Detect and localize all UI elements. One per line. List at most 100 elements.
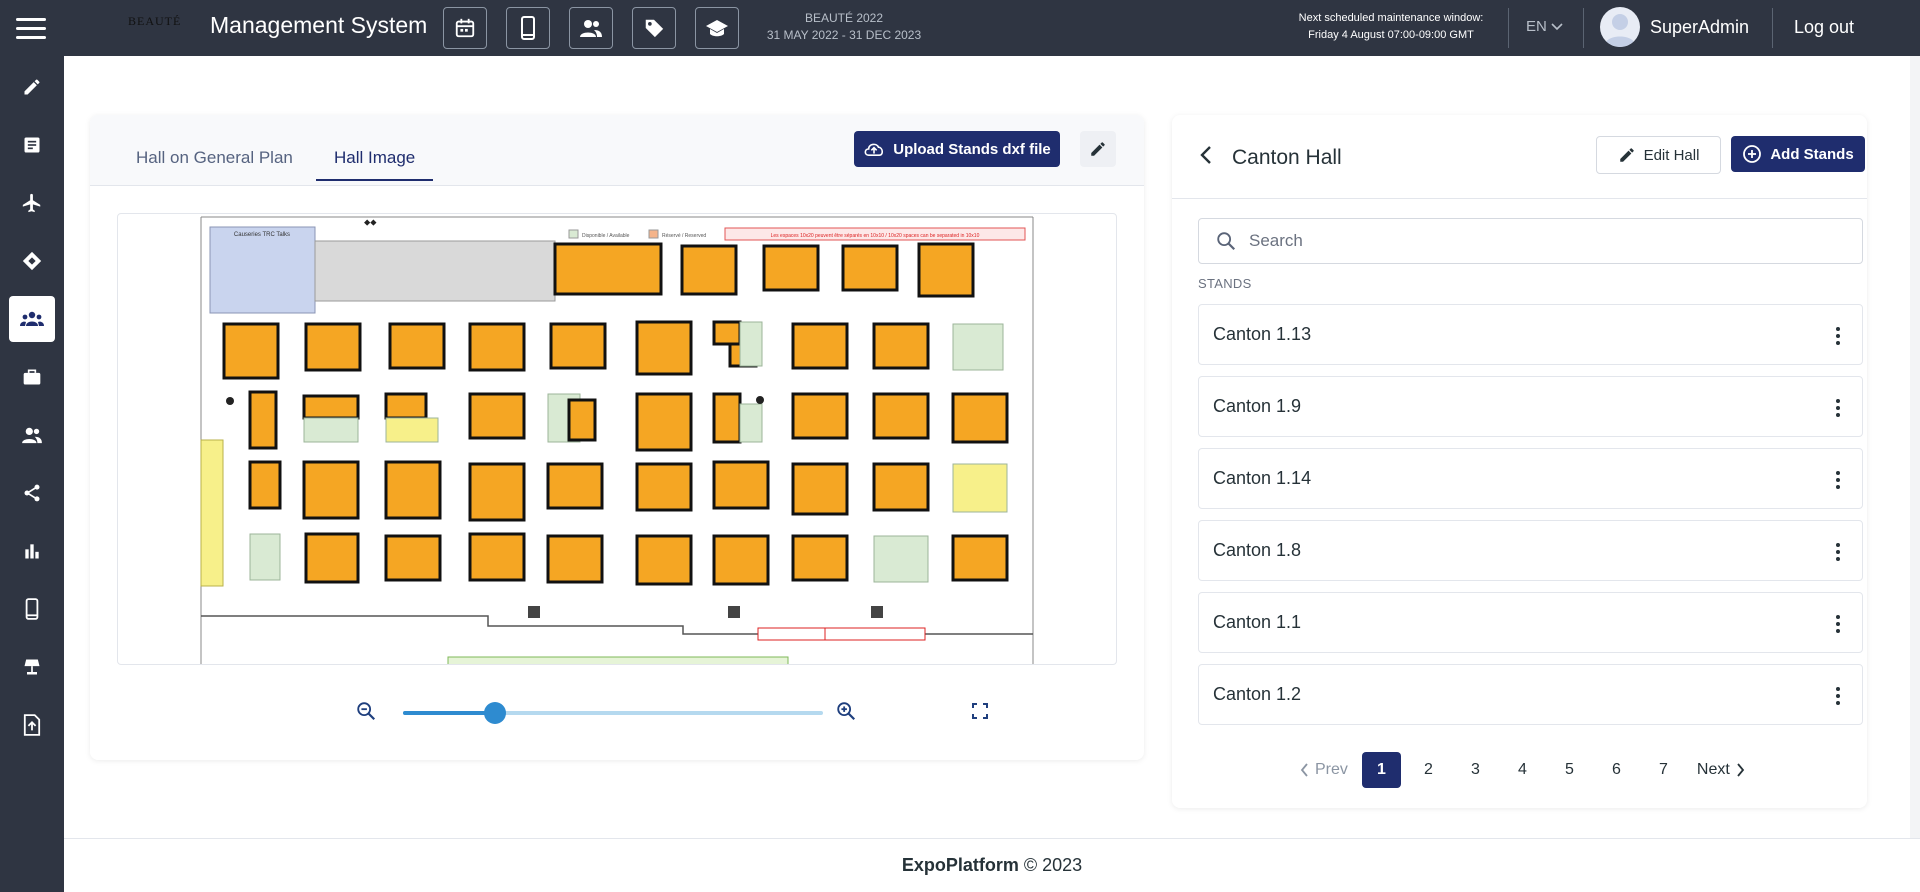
fullscreen-icon[interactable] bbox=[972, 703, 988, 719]
sidebar-item-analytics[interactable] bbox=[9, 528, 55, 574]
floorplan-stand bbox=[388, 322, 446, 370]
floorplan-stand bbox=[302, 394, 360, 420]
more-options-icon[interactable] bbox=[1836, 327, 1840, 345]
briefcase-icon bbox=[23, 369, 41, 385]
floorplan-stand bbox=[791, 322, 849, 370]
page-button[interactable]: 6 bbox=[1597, 752, 1636, 788]
more-options-icon[interactable] bbox=[1836, 399, 1840, 417]
pencil-icon bbox=[24, 79, 40, 95]
zoom-in-icon[interactable] bbox=[835, 700, 857, 722]
pagination: Prev 1 2 3 4 5 6 7 Next bbox=[1300, 752, 1745, 788]
add-stands-button[interactable]: Add Stands bbox=[1731, 136, 1865, 172]
upload-stands-button[interactable]: Upload Stands dxf file bbox=[854, 131, 1060, 167]
page-button[interactable]: 7 bbox=[1644, 752, 1683, 788]
zoom-out-icon[interactable] bbox=[355, 700, 377, 722]
sidebar-item-edit[interactable] bbox=[9, 64, 55, 110]
sidebar-item-people[interactable] bbox=[9, 412, 55, 458]
sidebar-item-list[interactable] bbox=[9, 122, 55, 168]
tag-icon[interactable] bbox=[632, 7, 676, 49]
floorplan-stand bbox=[712, 392, 742, 444]
more-options-icon[interactable] bbox=[1836, 471, 1840, 489]
search-input[interactable]: Search bbox=[1198, 218, 1863, 264]
edit-hall-button[interactable]: Edit Hall bbox=[1596, 136, 1721, 174]
event-name: BEAUTÉ 2022 bbox=[804, 11, 884, 25]
ticket-icon bbox=[22, 251, 42, 271]
list-item[interactable]: Canton 1.14 bbox=[1198, 448, 1863, 509]
floorplan-stand bbox=[222, 322, 280, 380]
sidebar-item-travel[interactable] bbox=[9, 180, 55, 226]
upload-file-icon bbox=[23, 714, 41, 736]
sidebar-item-venue[interactable] bbox=[9, 644, 55, 690]
tab-hall-image[interactable]: Hall Image bbox=[316, 148, 434, 181]
floorplan-stand bbox=[791, 534, 849, 582]
stand-name: Canton 1.2 bbox=[1213, 684, 1302, 704]
zoom-slider-track[interactable] bbox=[403, 702, 823, 724]
sidebar-item-business[interactable] bbox=[9, 354, 55, 400]
tab-hall-on-general-plan[interactable]: Hall on General Plan bbox=[136, 148, 293, 179]
sidebar-item-share[interactable] bbox=[9, 470, 55, 516]
avatar[interactable] bbox=[1600, 7, 1640, 47]
prev-page-button[interactable]: Prev bbox=[1300, 761, 1348, 779]
mobile-icon[interactable] bbox=[506, 7, 550, 49]
floorplan-stand bbox=[248, 460, 282, 510]
scrollbar[interactable] bbox=[1910, 56, 1920, 838]
list-item[interactable]: Canton 1.13 bbox=[1198, 304, 1863, 365]
more-options-icon[interactable] bbox=[1836, 543, 1840, 561]
back-arrow-icon[interactable] bbox=[1198, 145, 1214, 165]
language-selector[interactable]: EN bbox=[1526, 18, 1563, 35]
edit-image-button[interactable] bbox=[1080, 131, 1116, 167]
sidebar-item-tickets[interactable] bbox=[9, 238, 55, 284]
people-icon[interactable] bbox=[569, 7, 613, 49]
floorplan-stand bbox=[917, 242, 975, 298]
floorplan-stand bbox=[951, 534, 1009, 582]
logout-link[interactable]: Log out bbox=[1794, 17, 1854, 38]
stand-name: Canton 1.13 bbox=[1213, 324, 1312, 344]
graduation-cap-icon[interactable] bbox=[695, 7, 739, 49]
sidebar-item-mobile[interactable] bbox=[9, 586, 55, 632]
groups-icon bbox=[20, 311, 44, 326]
hall-image-card: Hall on General Plan Hall Image Upload S… bbox=[90, 115, 1144, 760]
maintenance-notice: Next scheduled maintenance window: Frida… bbox=[1296, 10, 1486, 44]
floorplan-stand bbox=[248, 390, 278, 450]
event-info[interactable]: BEAUTÉ 2022 31 MAY 2022 - 31 DEC 2023 bbox=[766, 10, 922, 44]
list-icon bbox=[24, 137, 40, 153]
mobile-icon bbox=[25, 598, 39, 620]
list-item[interactable]: Canton 1.1 bbox=[1198, 592, 1863, 653]
floorplan-stand bbox=[468, 322, 526, 372]
next-label: Next bbox=[1696, 761, 1730, 778]
people-icon bbox=[22, 427, 42, 444]
pencil-icon bbox=[1619, 148, 1634, 162]
sidebar-item-exhibitors[interactable] bbox=[9, 296, 55, 342]
list-item[interactable]: Canton 1.2 bbox=[1198, 664, 1863, 725]
floorplan-stand bbox=[468, 392, 526, 440]
more-options-icon[interactable] bbox=[1836, 615, 1840, 633]
footer-copyright: © 2023 bbox=[1023, 855, 1083, 875]
hall-floorplan-image[interactable]: Causeries TRC Talks ⬥⬥ Disponible / Avai… bbox=[117, 213, 1117, 665]
next-page-button[interactable]: Next bbox=[1697, 761, 1745, 779]
floorplan-stand bbox=[249, 533, 281, 581]
divider bbox=[1583, 8, 1584, 48]
page-button[interactable]: 4 bbox=[1503, 752, 1542, 788]
logo: BEAUTÉ bbox=[128, 14, 182, 28]
list-item[interactable]: Canton 1.9 bbox=[1198, 376, 1863, 437]
floorplan-stand bbox=[635, 320, 693, 376]
floorplan-stand bbox=[468, 462, 526, 522]
zoom-slider-fill bbox=[403, 711, 496, 715]
more-options-icon[interactable] bbox=[1836, 687, 1840, 705]
search-placeholder: Search bbox=[1249, 231, 1303, 250]
floorplan-stand bbox=[951, 392, 1009, 444]
zoom-slider-thumb[interactable] bbox=[484, 702, 507, 724]
page-button[interactable]: 5 bbox=[1550, 752, 1589, 788]
floorplan-stand bbox=[302, 460, 360, 520]
calendar-icon[interactable] bbox=[443, 7, 487, 49]
sidebar-item-upload[interactable] bbox=[9, 702, 55, 748]
page-button[interactable]: 3 bbox=[1456, 752, 1495, 788]
menu-icon[interactable] bbox=[0, 0, 62, 56]
upload-stands-label: Upload Stands dxf file bbox=[893, 140, 1051, 158]
floorplan-stand bbox=[567, 398, 597, 442]
floorplan-stand bbox=[712, 320, 742, 346]
list-item[interactable]: Canton 1.8 bbox=[1198, 520, 1863, 581]
username[interactable]: SuperAdmin bbox=[1650, 17, 1749, 38]
page-button[interactable]: 1 bbox=[1361, 752, 1401, 788]
page-button[interactable]: 2 bbox=[1409, 752, 1448, 788]
